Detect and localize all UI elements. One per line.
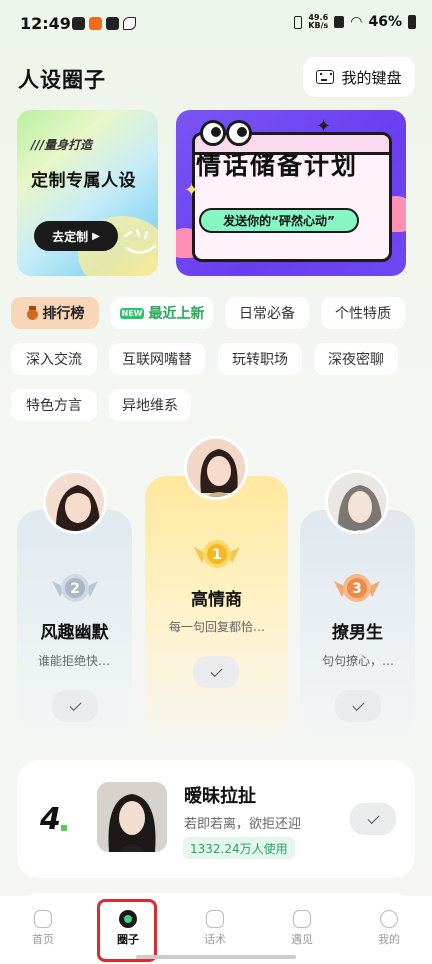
rank-3-check-button[interactable] (335, 690, 381, 722)
wifi-icon: ◠ (350, 14, 363, 30)
nav-me[interactable]: 我的 (359, 910, 419, 947)
banner-title: 定制专属人设 (31, 171, 136, 191)
video-app-icon (106, 17, 119, 30)
tag-label: 异地维系 (122, 398, 178, 414)
rank-1-check-button[interactable] (193, 656, 239, 688)
status-notification-icons (72, 17, 136, 30)
custom-persona-banner[interactable]: ///量身打造 定制专属人设 去定制 ▶ (17, 110, 158, 276)
banner-subtitle: 发送你的“砰然心动” (199, 208, 359, 233)
nav-label: 话术 (204, 933, 226, 946)
tag-leaderboard[interactable]: 排行榜 (11, 297, 99, 329)
net-speed: 49.6 KB/s (308, 13, 329, 30)
nav-label: 我的 (378, 933, 400, 946)
avatar (97, 782, 167, 852)
tag-label: 特色方言 (26, 398, 82, 414)
list-item-desc: 若即若离，欲拒还迎 (184, 817, 302, 832)
profile-icon (380, 910, 398, 928)
rank-3-desc: 句句撩心，… (321, 654, 394, 668)
nfc-icon (334, 16, 345, 28)
bookmark-icon (206, 910, 224, 928)
keyboard-icon (316, 70, 335, 84)
status-right: 49.6 KB/s ◠ 46% (294, 14, 416, 30)
eye-icon (200, 120, 226, 146)
home-icon (34, 910, 52, 928)
new-badge-icon: NEW (119, 307, 145, 319)
list-item-name: 暧昧拉扯 (184, 786, 256, 807)
tag-label: 日常必备 (239, 306, 295, 322)
my-keyboard-button[interactable]: 我的键盘 (303, 57, 415, 97)
nav-label: 首页 (32, 933, 54, 946)
my-keyboard-label: 我的键盘 (341, 68, 402, 87)
bronze-medal-icon: 3 (334, 574, 380, 602)
rank-2-name: 风趣幽默 (40, 623, 109, 643)
tag-daily-essentials[interactable]: 日常必备 (225, 297, 309, 329)
tag-dialects[interactable]: 特色方言 (11, 389, 97, 421)
svg-text:2: 2 (70, 581, 80, 597)
banner-main-title: 情话储备计划 (196, 151, 359, 180)
banner-tag: ///量身打造 (31, 138, 93, 152)
tag-label: 玩转职场 (232, 352, 288, 368)
silver-medal-icon: 2 (52, 574, 98, 602)
chat-icon (293, 910, 311, 928)
list-item[interactable]: 4 暧昧拉扯 若即若离，欲拒还迎 1332.24万人使用 (17, 760, 415, 878)
svg-text:3: 3 (352, 581, 362, 597)
rank-1-desc: 每一句回复都恰… (168, 620, 265, 634)
gold-medal-icon: 1 (194, 540, 240, 568)
nav-label: 遇见 (291, 933, 313, 946)
rank-2-desc: 谁能拒绝快… (37, 654, 110, 668)
home-indicator[interactable] (136, 955, 296, 959)
svg-text:1: 1 (212, 547, 222, 563)
battery-level: 46% (368, 14, 402, 30)
list-item-check-button[interactable] (350, 803, 396, 835)
rank-2-check-button[interactable] (52, 690, 98, 722)
love-words-plan-banner[interactable]: ✦ ✦ 情话储备计划 发送你的“砰然心动” (176, 110, 406, 276)
tag-workplace[interactable]: 玩转职场 (218, 343, 302, 375)
chevron-right-icon: ▶ (92, 230, 100, 242)
rank-3-name: 撩男生 (332, 623, 383, 643)
go-customize-label: 去定制 (52, 229, 89, 244)
sparkle-icon: ✦ (184, 180, 200, 201)
medal-icon (26, 305, 39, 321)
highlight-annotation-box (97, 899, 157, 962)
nav-meet[interactable]: 遇见 (272, 910, 332, 947)
leaf-app-icon (123, 17, 136, 30)
usage-count-badge: 1332.24万人使用 (183, 837, 295, 859)
tag-label: 排行榜 (42, 306, 85, 322)
tag-long-distance[interactable]: 异地维系 (109, 389, 191, 421)
tag-recently-new[interactable]: NEW 最近上新 (111, 297, 213, 329)
tag-label: 最近上新 (148, 306, 205, 322)
tag-deep-talk[interactable]: 深入交流 (11, 343, 97, 375)
tag-label: 个性特质 (335, 306, 391, 322)
sparkle-icon: ✦ (316, 116, 332, 137)
tag-label: 深入交流 (26, 352, 82, 368)
tag-late-night-chat[interactable]: 深夜密聊 (314, 343, 398, 375)
app-notification-icon (89, 17, 102, 30)
avatar (43, 470, 107, 534)
tag-label: 深夜密聊 (328, 352, 384, 368)
page-title: 人设圈子 (18, 68, 106, 92)
tag-personality[interactable]: 个性特质 (321, 297, 405, 329)
avatar (325, 470, 389, 534)
tag-internet-replies[interactable]: 互联网嘴替 (109, 343, 205, 375)
rank-dot-icon (61, 825, 67, 831)
nav-home[interactable]: 首页 (13, 910, 73, 947)
nav-scripts[interactable]: 话术 (185, 910, 245, 947)
vibrate-icon (294, 15, 303, 29)
battery-icon (408, 15, 416, 29)
smile-doodle-icon (123, 228, 157, 254)
go-customize-button[interactable]: 去定制 ▶ (34, 221, 118, 251)
status-bar: 12:49 49.6 KB/s ◠ 46% (0, 0, 432, 50)
rank-1-name: 高情商 (191, 590, 242, 610)
eye-icon (226, 120, 252, 146)
avatar (184, 436, 248, 500)
list-rank-number: 4 (40, 802, 61, 837)
tag-label: 互联网嘴替 (122, 352, 192, 368)
status-time: 12:49 (20, 14, 71, 33)
mail-icon (72, 17, 85, 30)
bottom-nav: 首页 圈子 话术 遇见 我的 (0, 896, 432, 964)
